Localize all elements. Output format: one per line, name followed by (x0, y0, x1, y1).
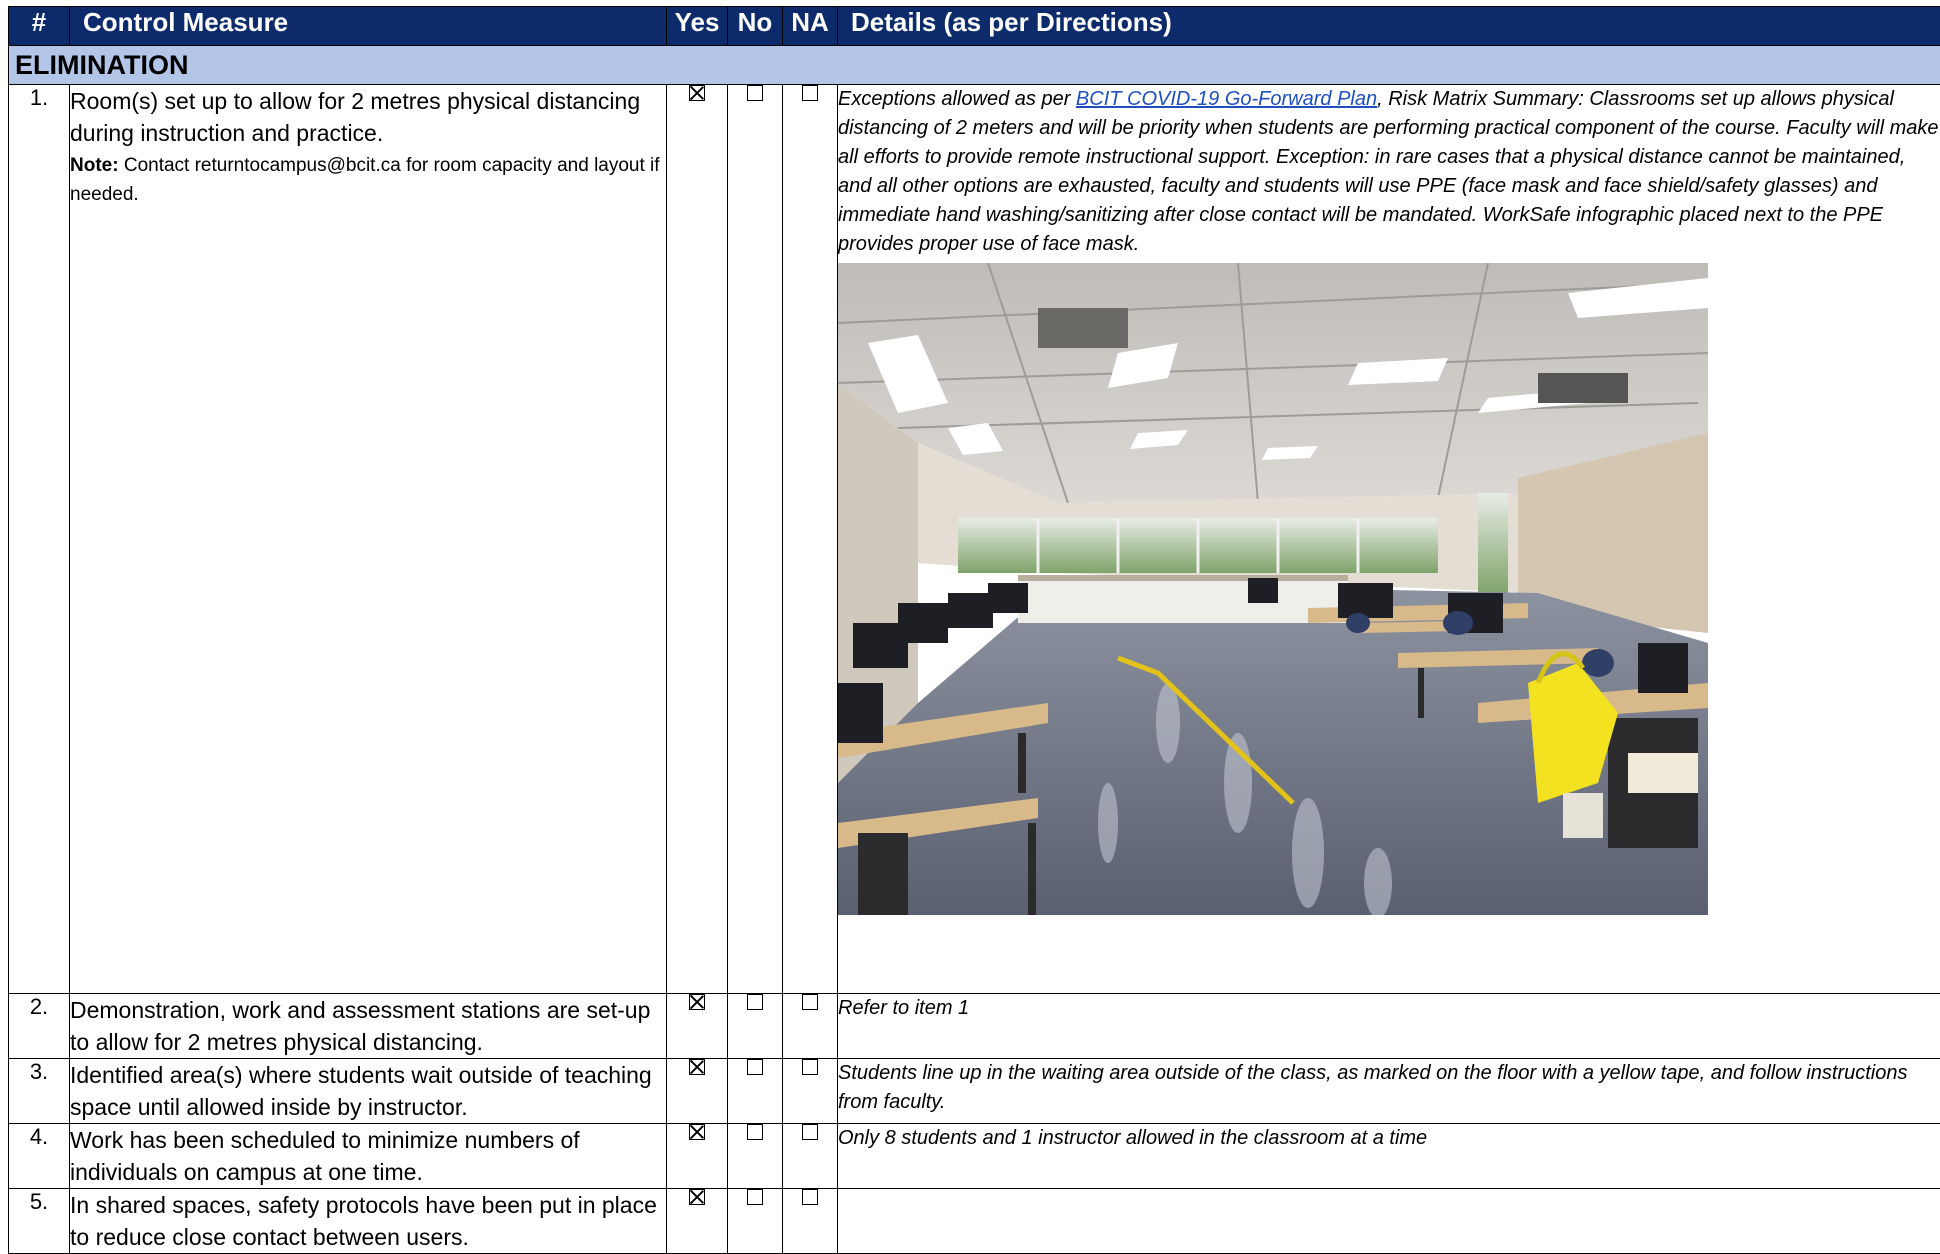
control-measures-table: # Control Measure Yes No NA Details (as … (8, 6, 1940, 1254)
go-forward-plan-link[interactable]: BCIT COVID-19 Go-Forward Plan (1076, 88, 1377, 110)
no-checkbox[interactable] (747, 994, 763, 1010)
details-text (838, 1189, 1940, 1254)
classroom-photo (838, 263, 1708, 915)
yes-cell (667, 994, 728, 1059)
control-measure-cell: Room(s) set up to allow for 2 metres phy… (70, 85, 667, 994)
no-checkbox[interactable] (747, 1124, 763, 1140)
yes-checkbox[interactable] (689, 85, 705, 101)
control-measure-text: Work has been scheduled to minimize numb… (70, 1124, 667, 1189)
na-checkbox[interactable] (802, 1059, 818, 1075)
details-text: Refer to item 1 (838, 994, 1940, 1059)
no-checkbox[interactable] (747, 85, 763, 101)
col-header-na: NA (783, 7, 838, 46)
na-cell (783, 1124, 838, 1189)
no-cell (728, 85, 783, 994)
na-cell (783, 85, 838, 994)
col-header-yes: Yes (667, 7, 728, 46)
yes-cell (667, 1124, 728, 1189)
section-row: ELIMINATION (9, 46, 1940, 85)
table-header-row: # Control Measure Yes No NA Details (as … (9, 7, 1940, 46)
no-cell (728, 1059, 783, 1124)
na-cell (783, 994, 838, 1059)
no-checkbox[interactable] (747, 1059, 763, 1075)
control-measure-note: Note: Contact returntocampus@bcit.ca for… (70, 151, 666, 209)
row-number: 1. (9, 85, 70, 994)
table-row: 2. Demonstration, work and assessment st… (9, 994, 1940, 1059)
table-row: 3. Identified area(s) where students wai… (9, 1059, 1940, 1124)
col-header-no: No (728, 7, 783, 46)
na-cell (783, 1059, 838, 1124)
control-measure-text: Room(s) set up to allow for 2 metres phy… (70, 85, 666, 149)
na-checkbox[interactable] (802, 85, 818, 101)
col-header-num: # (9, 7, 70, 46)
control-measure-text: Identified area(s) where students wait o… (70, 1059, 667, 1124)
yes-checkbox[interactable] (689, 1124, 705, 1140)
control-measure-text: In shared spaces, safety protocols have … (70, 1189, 667, 1254)
table-row: 5. In shared spaces, safety protocols ha… (9, 1189, 1940, 1254)
details-suffix: , Risk Matrix Summary: Classrooms set up… (838, 88, 1939, 255)
yes-checkbox[interactable] (689, 1189, 705, 1205)
row-number: 3. (9, 1059, 70, 1124)
row-number: 4. (9, 1124, 70, 1189)
details-cell: Exceptions allowed as per BCIT COVID-19 … (838, 85, 1940, 994)
yes-cell (667, 85, 728, 994)
yes-cell (667, 1059, 728, 1124)
no-cell (728, 994, 783, 1059)
na-checkbox[interactable] (802, 994, 818, 1010)
no-checkbox[interactable] (747, 1189, 763, 1205)
yes-cell (667, 1189, 728, 1254)
note-label: Note: (70, 155, 119, 176)
col-header-details: Details (as per Directions) (838, 7, 1940, 46)
section-title-elimination: ELIMINATION (9, 46, 1940, 85)
na-checkbox[interactable] (802, 1189, 818, 1205)
na-checkbox[interactable] (802, 1124, 818, 1140)
details-text: Only 8 students and 1 instructor allowed… (838, 1124, 1940, 1189)
note-text: Contact returntocampus@bcit.ca for room … (70, 155, 660, 205)
na-cell (783, 1189, 838, 1254)
control-measure-text: Demonstration, work and assessment stati… (70, 994, 667, 1059)
details-text: Students line up in the waiting area out… (838, 1059, 1940, 1124)
details-text: Exceptions allowed as per BCIT COVID-19 … (838, 85, 1940, 259)
row-number: 2. (9, 994, 70, 1059)
row-number: 5. (9, 1189, 70, 1254)
table-row: 1. Room(s) set up to allow for 2 metres … (9, 85, 1940, 994)
details-prefix: Exceptions allowed as per (838, 88, 1076, 110)
no-cell (728, 1189, 783, 1254)
table-row: 4. Work has been scheduled to minimize n… (9, 1124, 1940, 1189)
col-header-control-measure: Control Measure (70, 7, 667, 46)
no-cell (728, 1124, 783, 1189)
yes-checkbox[interactable] (689, 994, 705, 1010)
yes-checkbox[interactable] (689, 1059, 705, 1075)
